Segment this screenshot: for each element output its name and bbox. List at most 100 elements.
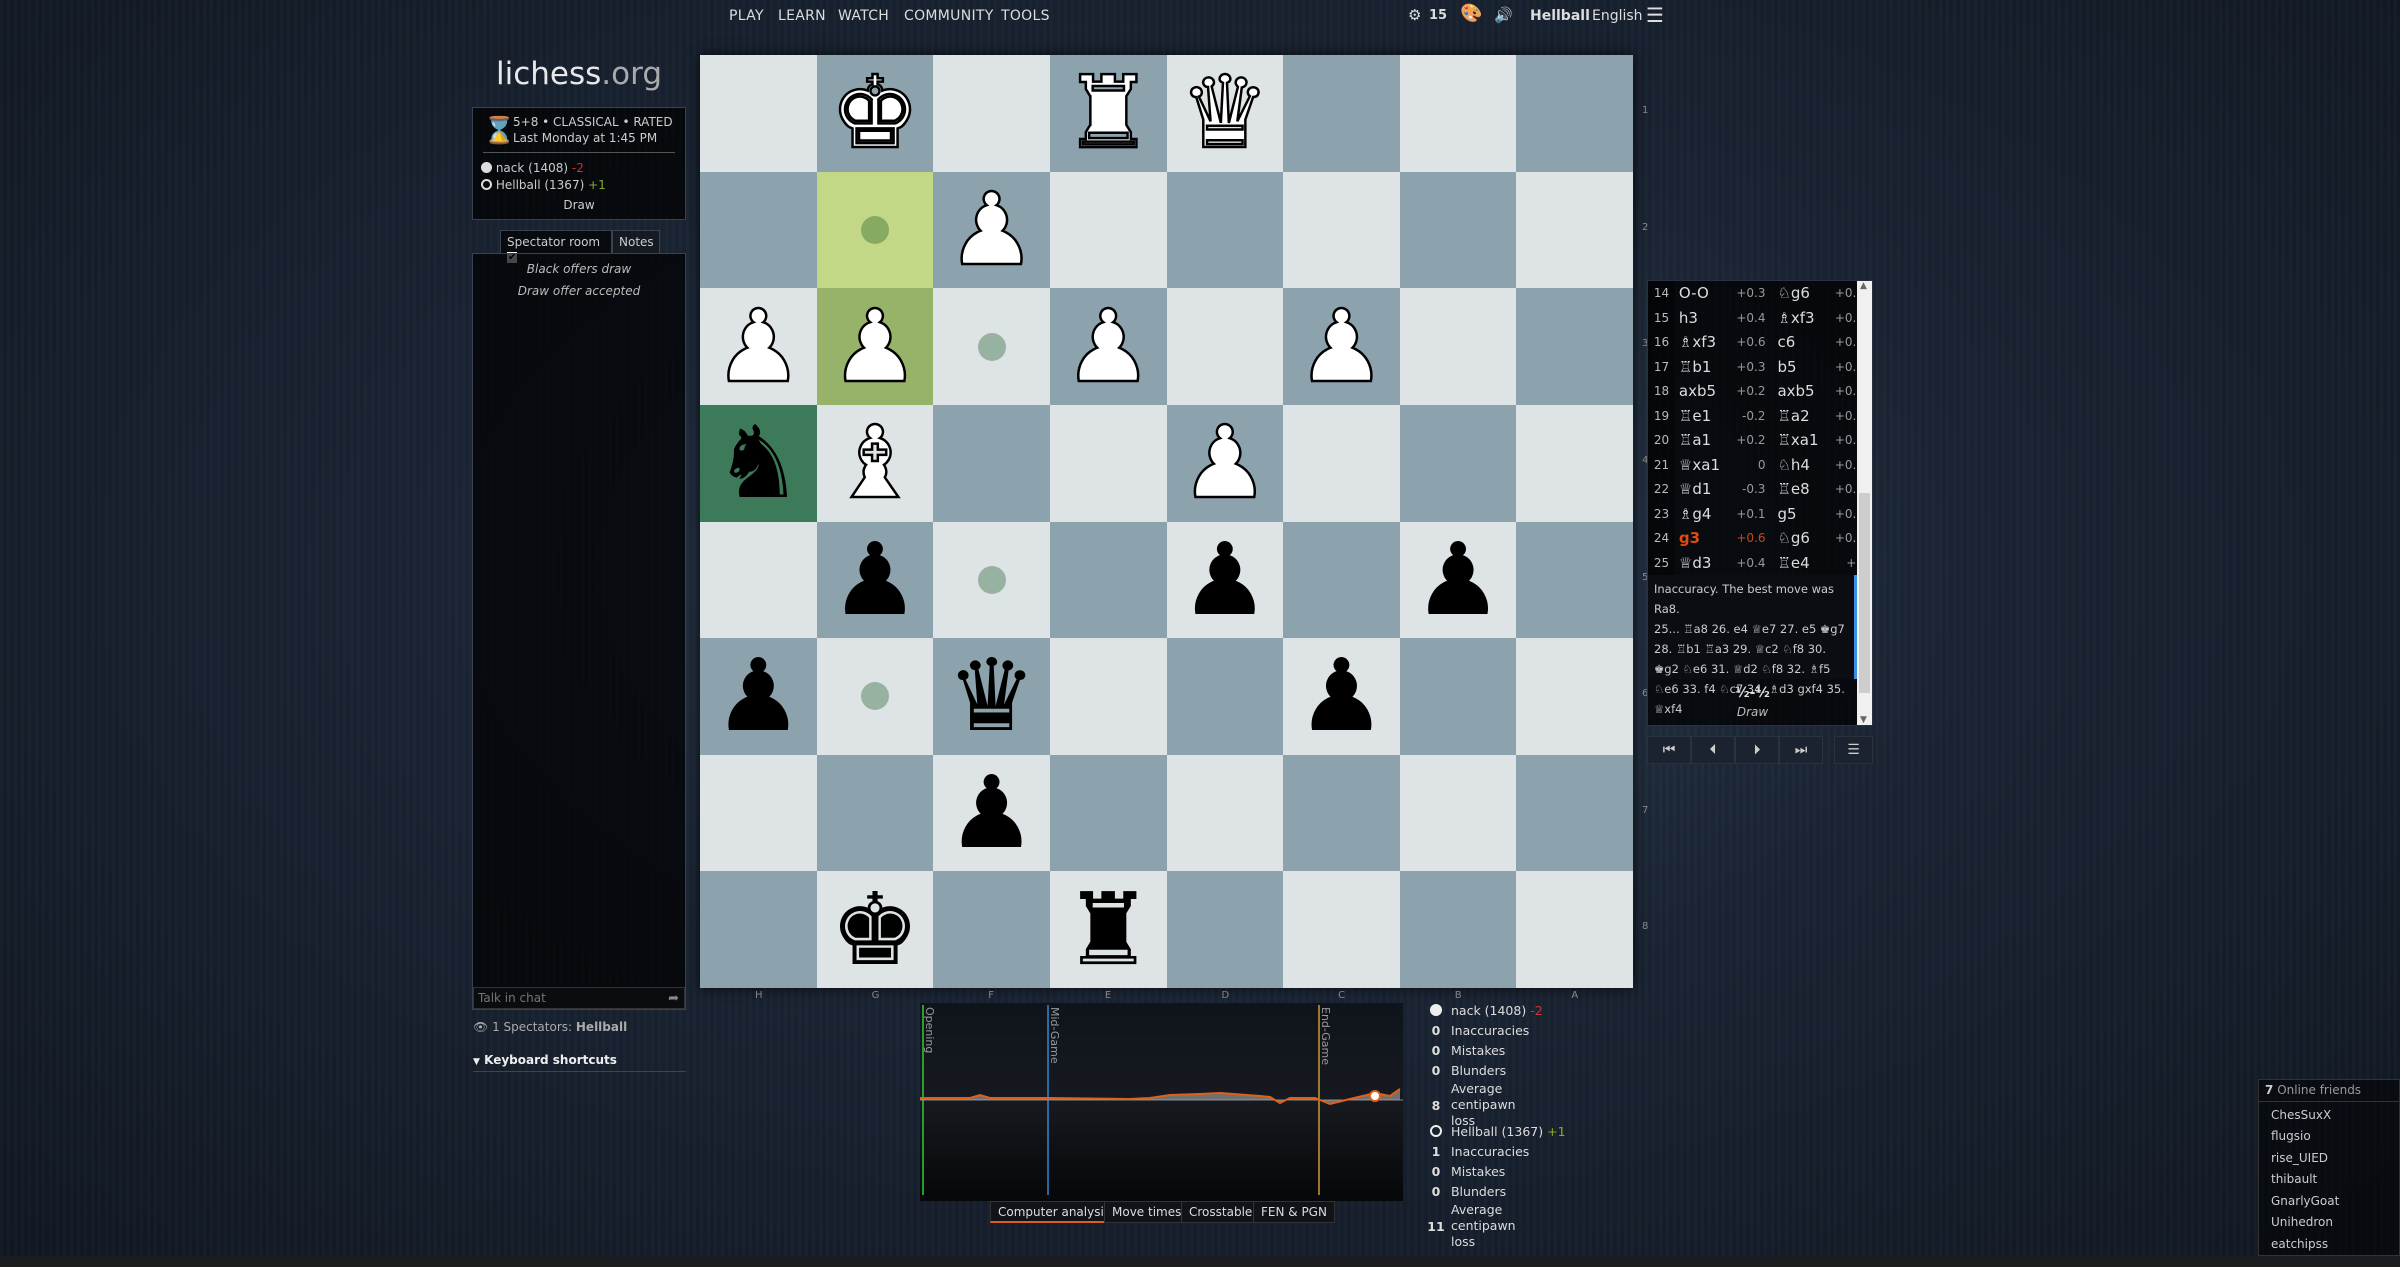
player-name[interactable]: Hellball (1367) bbox=[1451, 1124, 1543, 1139]
eval-chart-svg[interactable]: Opening Mid-Game End-Game bbox=[920, 1003, 1403, 1201]
square-g4[interactable]: ♝ bbox=[816, 404, 934, 522]
friend-item[interactable]: eatchipss bbox=[2265, 1234, 2393, 1256]
white-piece-c3[interactable]: ♟ bbox=[1295, 295, 1387, 398]
black-move[interactable]: ♘g6 bbox=[1773, 284, 1831, 302]
last-move-button[interactable]: ⏭ bbox=[1779, 736, 1823, 764]
white-piece-f2[interactable]: ♟ bbox=[945, 178, 1037, 281]
square-a2[interactable] bbox=[1516, 171, 1633, 289]
square-e8[interactable]: ♜ bbox=[1049, 871, 1167, 988]
square-c4[interactable] bbox=[1283, 404, 1400, 522]
white-move[interactable]: h3 bbox=[1675, 309, 1733, 327]
square-d6[interactable] bbox=[1166, 638, 1284, 755]
square-a5[interactable] bbox=[1516, 521, 1633, 639]
hamburger-menu-icon[interactable]: ☰ bbox=[1646, 3, 1664, 27]
square-h5[interactable] bbox=[700, 521, 817, 639]
chat-input[interactable] bbox=[473, 987, 685, 1009]
first-move-button[interactable]: ⏮ bbox=[1647, 736, 1691, 764]
friends-header[interactable]: 7 Online friends bbox=[2259, 1080, 2399, 1102]
stat-inaccuracies[interactable]: 1 Inaccuracies bbox=[1425, 1144, 1530, 1159]
tab-notes[interactable]: Notes bbox=[612, 230, 660, 254]
square-c6[interactable]: ♟ bbox=[1283, 638, 1400, 755]
square-a8[interactable] bbox=[1516, 871, 1633, 988]
square-g8[interactable]: ♚ bbox=[816, 871, 934, 988]
white-player[interactable]: nack (1408) -2 bbox=[481, 161, 584, 175]
square-b8[interactable] bbox=[1399, 871, 1517, 988]
square-g5[interactable]: ♟ bbox=[816, 521, 934, 639]
white-piece-g3[interactable]: ♟ bbox=[829, 295, 921, 398]
black-piece-h4[interactable]: ♞ bbox=[713, 413, 803, 513]
white-move[interactable]: ♕d3 bbox=[1675, 554, 1733, 572]
square-f2[interactable]: ♟ bbox=[933, 171, 1050, 289]
white-piece-h3[interactable]: ♟ bbox=[712, 295, 804, 398]
friend-item[interactable]: thibault bbox=[2265, 1169, 2393, 1191]
black-move[interactable]: ♘h4 bbox=[1773, 456, 1831, 474]
square-c1[interactable] bbox=[1283, 55, 1400, 172]
square-e4[interactable] bbox=[1049, 404, 1167, 522]
square-a7[interactable] bbox=[1516, 754, 1633, 872]
spectator-name[interactable]: Hellball bbox=[576, 1020, 627, 1034]
white-move[interactable]: ♖a1 bbox=[1675, 431, 1733, 449]
next-move-button[interactable]: ⏵ bbox=[1735, 736, 1779, 764]
square-d5[interactable]: ♟ bbox=[1166, 521, 1284, 639]
friend-item[interactable]: ChesSuxX bbox=[2265, 1105, 2393, 1127]
black-piece-g5[interactable]: ♟ bbox=[830, 529, 920, 630]
square-d1[interactable]: ♛ bbox=[1166, 55, 1284, 172]
square-c8[interactable] bbox=[1283, 871, 1400, 988]
white-move[interactable]: axb5 bbox=[1675, 382, 1733, 400]
send-icon[interactable]: ➦ bbox=[668, 991, 679, 1006]
square-c2[interactable] bbox=[1283, 171, 1400, 289]
menu-button[interactable]: ☰ bbox=[1834, 736, 1873, 764]
square-g3[interactable]: ♟ bbox=[816, 288, 934, 405]
stat-mistakes[interactable]: 0 Mistakes bbox=[1425, 1164, 1506, 1179]
black-move[interactable]: axb5 bbox=[1773, 382, 1831, 400]
user-menu[interactable]: Hellball bbox=[1530, 8, 1590, 24]
black-piece-f7[interactable]: ♟ bbox=[947, 763, 1037, 863]
square-d4[interactable]: ♟ bbox=[1166, 404, 1284, 522]
black-move[interactable]: ♘g6 bbox=[1773, 529, 1831, 547]
square-f3[interactable] bbox=[933, 288, 1050, 405]
square-e1[interactable]: ♜ bbox=[1049, 55, 1167, 172]
square-e2[interactable] bbox=[1049, 171, 1167, 289]
sound-icon[interactable]: 🔊 bbox=[1494, 6, 1513, 24]
black-move[interactable]: b5 bbox=[1773, 358, 1831, 376]
black-move[interactable]: ♖e8 bbox=[1773, 480, 1831, 498]
player-stats-header[interactable]: nack (1408) -2 bbox=[1425, 1003, 1543, 1018]
square-g6[interactable] bbox=[816, 638, 934, 755]
white-piece-g4[interactable]: ♝ bbox=[829, 411, 921, 514]
square-g1[interactable]: ♚ bbox=[816, 55, 934, 172]
tab-fen-pgn[interactable]: FEN & PGN bbox=[1253, 1201, 1335, 1223]
square-h8[interactable] bbox=[700, 871, 817, 988]
square-d2[interactable] bbox=[1166, 171, 1284, 289]
square-c3[interactable]: ♟ bbox=[1283, 288, 1400, 405]
square-b2[interactable] bbox=[1399, 171, 1517, 289]
square-e3[interactable]: ♟ bbox=[1049, 288, 1167, 405]
tab-move-times[interactable]: Move times bbox=[1104, 1201, 1190, 1223]
square-b5[interactable]: ♟ bbox=[1399, 521, 1517, 639]
square-e7[interactable] bbox=[1049, 754, 1167, 872]
square-d7[interactable] bbox=[1166, 754, 1284, 872]
white-move[interactable]: ♖e1 bbox=[1675, 407, 1733, 425]
palette-icon[interactable]: 🎨 bbox=[1460, 3, 1482, 24]
black-move[interactable]: c6 bbox=[1773, 333, 1831, 351]
nav-community[interactable]: COMMUNITY bbox=[904, 8, 994, 24]
square-f5[interactable] bbox=[933, 521, 1050, 639]
white-player-name[interactable]: nack (1408) bbox=[496, 161, 568, 175]
white-move[interactable]: ♕xa1 bbox=[1675, 456, 1733, 474]
nav-learn[interactable]: LEARN bbox=[778, 8, 826, 24]
player-stats-header[interactable]: Hellball (1367) +1 bbox=[1425, 1124, 1566, 1139]
tab-computer-analysis[interactable]: Computer analysis bbox=[990, 1201, 1119, 1223]
tab-spectator-room[interactable]: Spectator room ✔ bbox=[500, 230, 612, 263]
white-move[interactable]: ♕d1 bbox=[1675, 480, 1733, 498]
square-h3[interactable]: ♟ bbox=[700, 288, 817, 405]
black-player[interactable]: Hellball (1367) +1 bbox=[481, 178, 606, 192]
nav-play[interactable]: PLAY bbox=[729, 8, 764, 24]
friend-item[interactable]: flugsio bbox=[2265, 1126, 2393, 1148]
friend-item[interactable]: GnarlyGoat bbox=[2265, 1191, 2393, 1213]
move-list-scrollbar[interactable]: ▲ ▼ bbox=[1857, 281, 1872, 725]
square-g7[interactable] bbox=[816, 754, 934, 872]
network-icon[interactable]: ⚙ bbox=[1408, 6, 1421, 24]
players-online-count[interactable]: 15 bbox=[1429, 8, 1447, 23]
square-e6[interactable] bbox=[1049, 638, 1167, 755]
square-a4[interactable] bbox=[1516, 404, 1633, 522]
square-a1[interactable] bbox=[1516, 55, 1633, 172]
